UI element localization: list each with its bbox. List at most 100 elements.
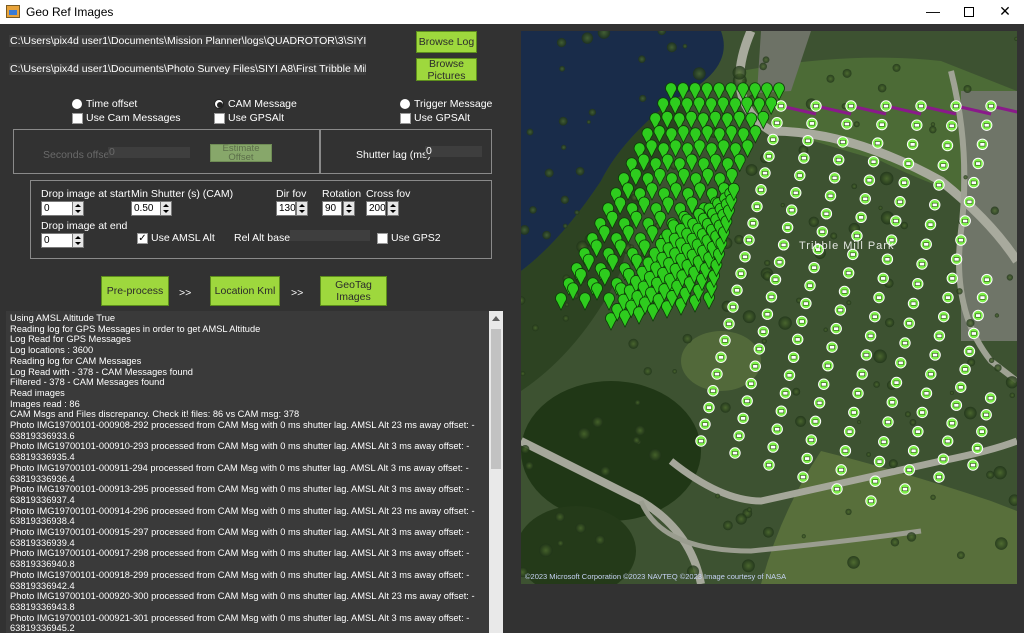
use-gps2-checkbox[interactable] <box>377 233 388 244</box>
camera-marker-icon[interactable] <box>955 234 967 246</box>
camera-marker-icon[interactable] <box>839 445 852 457</box>
camera-marker-icon[interactable] <box>830 322 842 335</box>
min-shutter-input[interactable]: 0.50 <box>131 201 161 216</box>
camera-marker-icon[interactable] <box>916 406 928 419</box>
camera-marker-icon[interactable] <box>745 377 757 390</box>
camera-marker-icon[interactable] <box>972 157 984 170</box>
camera-marker-icon[interactable] <box>801 452 813 465</box>
camera-marker-icon[interactable] <box>985 100 997 112</box>
camera-marker-icon[interactable] <box>749 360 761 372</box>
camera-marker-icon[interactable] <box>867 155 880 168</box>
rotation-spinner[interactable] <box>343 201 355 216</box>
camera-marker-icon[interactable] <box>805 434 817 446</box>
camera-marker-icon[interactable] <box>771 423 783 435</box>
camera-marker-icon[interactable] <box>942 435 954 447</box>
camera-marker-icon[interactable] <box>984 392 997 404</box>
camera-marker-icon[interactable] <box>775 405 787 417</box>
camera-marker-icon[interactable] <box>763 150 775 162</box>
browse-pictures-button[interactable]: Browse Pictures <box>416 58 477 82</box>
camera-marker-icon[interactable] <box>833 154 845 166</box>
dir-fov-spinner[interactable] <box>296 201 308 216</box>
camera-marker-icon[interactable] <box>855 211 867 224</box>
camera-marker-icon[interactable] <box>723 318 735 330</box>
camera-marker-icon[interactable] <box>715 351 727 363</box>
camera-marker-icon[interactable] <box>806 117 818 130</box>
camera-marker-icon[interactable] <box>915 100 927 112</box>
camera-marker-icon[interactable] <box>759 167 771 179</box>
camera-marker-icon[interactable] <box>699 418 711 430</box>
camera-marker-icon[interactable] <box>955 381 967 393</box>
camera-marker-icon[interactable] <box>959 215 971 227</box>
camera-marker-icon[interactable] <box>775 100 787 112</box>
camera-marker-icon[interactable] <box>842 267 855 279</box>
camera-marker-icon[interactable] <box>895 357 907 369</box>
camera-marker-icon[interactable] <box>920 387 933 399</box>
camera-marker-icon[interactable] <box>792 333 804 346</box>
camera-marker-icon[interactable] <box>971 442 984 454</box>
camera-marker-icon[interactable] <box>963 196 976 208</box>
camera-marker-icon[interactable] <box>755 184 767 196</box>
camera-marker-icon[interactable] <box>976 291 989 304</box>
use-gpsalt-checkbox-trigger[interactable] <box>400 113 411 124</box>
camera-marker-icon[interactable] <box>880 100 892 112</box>
camera-marker-icon[interactable] <box>981 273 993 286</box>
use-gpsalt-checkbox-cam[interactable] <box>214 113 225 124</box>
cam-message-radio[interactable] <box>214 99 224 109</box>
log-output[interactable]: Using AMSL Altitude True Reading log for … <box>6 311 503 633</box>
camera-marker-icon[interactable] <box>771 117 783 129</box>
trigger-message-radio[interactable] <box>400 99 410 109</box>
camera-marker-icon[interactable] <box>950 100 962 112</box>
camera-marker-icon[interactable] <box>747 217 759 229</box>
camera-marker-icon[interactable] <box>794 169 806 182</box>
camera-marker-icon[interactable] <box>859 193 871 205</box>
camera-marker-icon[interactable] <box>946 272 958 285</box>
camera-marker-icon[interactable] <box>783 369 796 381</box>
geotag-images-button[interactable]: GeoTag Images <box>320 276 387 306</box>
camera-marker-icon[interactable] <box>912 425 924 438</box>
camera-marker-icon[interactable] <box>824 190 837 202</box>
drop-end-input[interactable]: 0 <box>41 233 73 248</box>
camera-marker-icon[interactable] <box>765 291 778 303</box>
camera-marker-icon[interactable] <box>864 330 877 342</box>
estimate-offset-button[interactable]: Estimate Offset <box>210 144 272 162</box>
camera-marker-icon[interactable] <box>767 133 779 146</box>
drop-start-input[interactable]: 0 <box>41 201 73 216</box>
camera-marker-icon[interactable] <box>942 291 954 304</box>
camera-marker-icon[interactable] <box>826 341 838 353</box>
camera-marker-icon[interactable] <box>903 317 915 329</box>
cross-fov-spinner[interactable] <box>387 201 399 216</box>
camera-marker-icon[interactable] <box>872 137 884 149</box>
camera-marker-icon[interactable] <box>813 397 826 409</box>
camera-marker-icon[interactable] <box>941 139 954 152</box>
camera-marker-icon[interactable] <box>804 279 816 292</box>
camera-marker-icon[interactable] <box>810 100 822 112</box>
camera-marker-icon[interactable] <box>796 315 808 328</box>
camera-marker-icon[interactable] <box>809 415 822 428</box>
seconds-offset-field[interactable]: 0 <box>108 146 190 158</box>
camera-marker-icon[interactable] <box>751 200 763 213</box>
camera-marker-icon[interactable] <box>878 436 890 448</box>
camera-marker-icon[interactable] <box>912 278 924 290</box>
camera-marker-icon[interactable] <box>729 447 741 459</box>
use-amsl-alt-checkbox[interactable]: ✓ <box>137 233 148 244</box>
camera-marker-icon[interactable] <box>929 199 941 211</box>
rotation-input[interactable]: 90 <box>322 201 342 216</box>
camera-marker-icon[interactable] <box>933 471 945 483</box>
camera-marker-icon[interactable] <box>741 395 753 407</box>
camera-marker-icon[interactable] <box>838 285 851 298</box>
camera-marker-icon[interactable] <box>894 196 906 208</box>
camera-marker-icon[interactable] <box>731 284 743 296</box>
camera-marker-icon[interactable] <box>929 349 941 361</box>
camera-marker-icon[interactable] <box>967 459 979 471</box>
camera-marker-icon[interactable] <box>757 325 770 338</box>
camera-marker-icon[interactable] <box>968 176 980 189</box>
camera-marker-icon[interactable] <box>981 119 993 131</box>
camera-marker-icon[interactable] <box>903 464 915 476</box>
close-button[interactable]: ✕ <box>982 0 1024 24</box>
camera-marker-icon[interactable] <box>822 360 834 372</box>
camera-marker-icon[interactable] <box>899 483 911 495</box>
camera-marker-icon[interactable] <box>980 409 992 421</box>
drop-start-spinner[interactable] <box>72 201 84 216</box>
camera-marker-icon[interactable] <box>773 256 786 268</box>
camera-marker-icon[interactable] <box>902 157 915 170</box>
